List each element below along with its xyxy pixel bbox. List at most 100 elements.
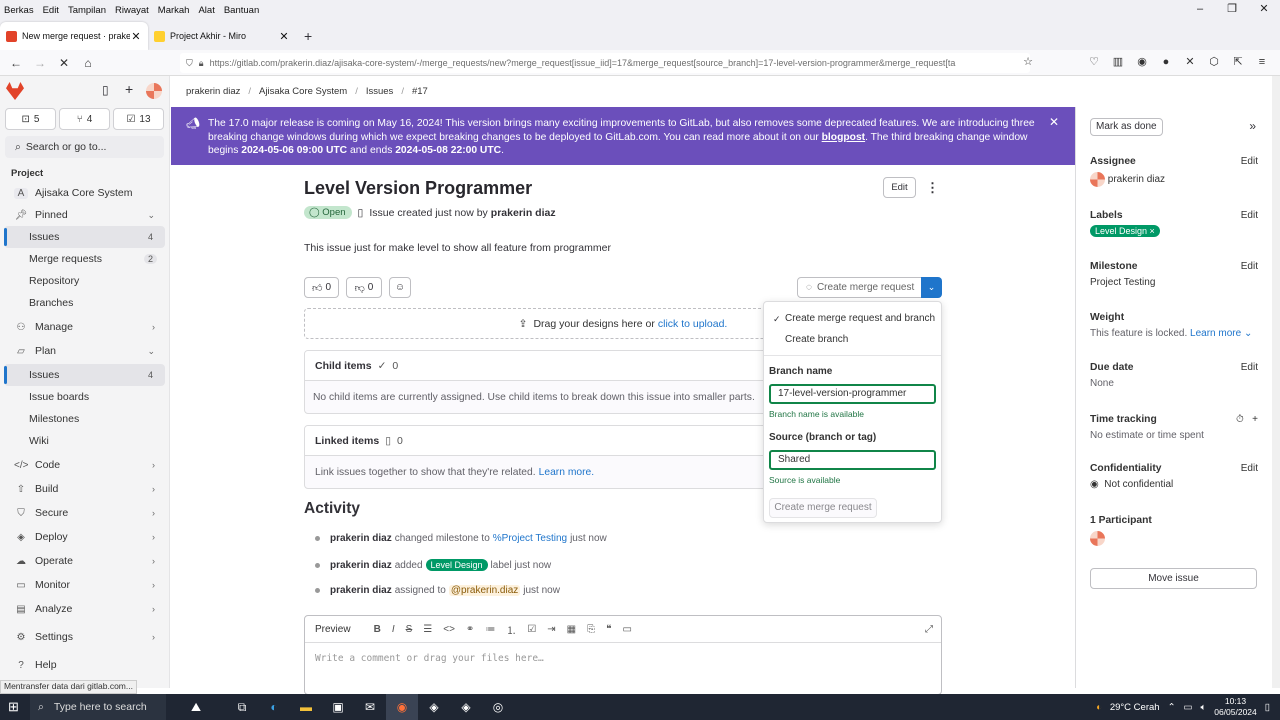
sidebar-item-repository[interactable]: Repository [4,270,165,292]
close-tab-icon[interactable]: ✕ [130,30,142,43]
network-icon[interactable]: ▭ [1184,702,1193,713]
weather-text[interactable]: 29°C Cerah [1110,702,1160,713]
extensions-icon[interactable]: ⬡ [1202,52,1226,72]
firefox-icon[interactable]: ◉ [386,694,418,720]
home-icon[interactable]: ⌂ [76,56,100,70]
tray-expand-icon[interactable]: ⌃ [1168,702,1176,713]
menu-edit[interactable]: Edit [43,5,59,16]
weight-learn-more-link[interactable]: Learn more [1190,328,1241,339]
sidebar-item-manage[interactable]: ⚇ Manage › [4,316,165,338]
minimize-icon[interactable]: – [1184,0,1216,20]
indent-icon[interactable]: ⇥ [547,624,555,635]
italic-icon[interactable]: I [392,624,395,635]
remove-label-icon[interactable]: × [1150,226,1155,236]
link-icon[interactable]: ⚭ [466,624,474,635]
unity-icon[interactable]: ◈ [418,694,450,720]
gitlab-logo-icon[interactable] [6,82,24,100]
obs-icon[interactable]: ◎ [482,694,514,720]
strikethrough-icon[interactable]: S [406,624,413,635]
sidebar-item-build[interactable]: ⇧ Build › [4,478,165,500]
edit-assignee-link[interactable]: Edit [1241,156,1258,167]
sidebar-item-secure[interactable]: ⛉ Secure › [4,502,165,524]
x-extension-icon[interactable]: ✕ [1178,52,1202,72]
sidebar-project-link[interactable]: A Ajisaka Core System [4,182,165,204]
edge-icon[interactable]: ◐ [258,694,290,720]
activity-user-link[interactable]: prakerin diaz [330,560,392,571]
sidebar-item-code[interactable]: </> Code › [4,454,165,476]
add-reaction-button[interactable]: ☺ [389,277,411,298]
clock[interactable]: 10:13 06/05/2024 [1214,696,1257,718]
option-create-mr-and-branch[interactable]: Create merge request and branch [785,313,935,324]
sidebar-item-monitor[interactable]: ▭ Monitor › [4,574,165,596]
attach-icon[interactable]: ⎘ [587,624,595,635]
create-merge-request-button[interactable]: ◌ Create merge request [797,277,922,298]
more-actions-icon[interactable]: ⋮ [926,180,939,196]
learn-more-link[interactable]: Learn more. [539,467,595,478]
comment-icon[interactable]: ▭ [623,624,632,635]
forward-icon[interactable]: → [28,56,52,70]
milestone-value[interactable]: Project Testing [1090,277,1258,288]
fullscreen-icon[interactable]: ⤢ [925,624,933,635]
close-banner-icon[interactable]: ✕ [1049,115,1059,130]
sidebar-item-operate[interactable]: ☁ Operate › [4,550,165,572]
menu-bookmarks[interactable]: Markah [158,5,190,16]
sidebar-item-help[interactable]: ? Help [4,654,165,676]
thumbs-down-button[interactable]: 👎︎ 0 [346,277,382,298]
edit-milestone-link[interactable]: Edit [1241,261,1258,272]
edit-labels-link[interactable]: Edit [1241,210,1258,221]
assignee-name[interactable]: prakerin diaz [1108,174,1165,185]
page-scrollbar[interactable] [1272,76,1280,688]
bullet-list-icon[interactable]: ≔ [485,624,495,635]
browser-tab-gitlab[interactable]: New merge request · prakerin d ✕ [0,22,148,50]
bookmark-star-icon[interactable]: ☆ [1016,52,1040,72]
windows-start-icon[interactable]: ⊞ [8,699,19,715]
user-mention-link[interactable]: @prakerin.diaz [448,585,521,596]
file-explorer-icon[interactable]: ▬ [290,694,322,720]
click-to-upload-link[interactable]: click to upload. [658,318,727,330]
pocket-icon[interactable]: ♡ [1082,52,1106,72]
sidebar-item-deploy[interactable]: ◈ Deploy › [4,526,165,548]
widget-icon[interactable]: ⛰ [166,694,226,720]
menu-history[interactable]: Riwayat [115,5,149,16]
mark-as-done-button[interactable]: Mark as done [1090,118,1163,136]
milestone-link[interactable]: %Project Testing [493,533,567,544]
task-view-icon[interactable]: ⧉ [226,694,258,720]
activity-user-link[interactable]: prakerin diaz [330,533,392,544]
issue-author-link[interactable]: prakerin diaz [491,207,556,219]
option-create-branch[interactable]: Create branch [785,334,848,345]
edit-due-date-link[interactable]: Edit [1241,362,1258,373]
menu-help[interactable]: Bantuan [224,5,259,16]
heading-icon[interactable]: ☰ [423,624,432,635]
library-icon[interactable]: ▥ [1106,52,1130,72]
sidebar-item-plan[interactable]: ▱ Plan ⌄ [4,340,165,362]
mr-count-button[interactable]: ⑂ 4 [59,108,110,130]
source-input[interactable]: Shared [769,450,936,470]
task-list-icon[interactable]: ☑ [527,624,536,635]
sidebar-item-analyze[interactable]: ▤ Analyze › [4,598,165,620]
create-mr-dropdown-toggle[interactable]: ⌄ [921,277,942,298]
menu-view[interactable]: Tampilan [68,5,106,16]
edit-confidentiality-link[interactable]: Edit [1241,463,1258,474]
stopwatch-icon[interactable]: ⏱︎ [1236,414,1244,425]
sidebar-item-branches[interactable]: Branches [4,292,165,314]
comment-textarea[interactable]: Write a comment or drag your files here… [305,643,941,674]
collapse-sidebar-icon[interactable]: » [1249,119,1256,133]
toggle-sidebar-icon[interactable]: ▯ [102,83,109,97]
sidebar-search-button[interactable]: ⌕ Search or go to... [5,136,164,158]
participant-avatar[interactable] [1090,531,1105,546]
account-icon[interactable]: ◉ [1130,52,1154,72]
close-tab-icon[interactable]: ✕ [278,30,290,43]
back-icon[interactable]: ← [4,56,28,70]
activity-user-link[interactable]: prakerin diaz [330,585,392,596]
breadcrumb-issue-number[interactable]: #17 [412,86,428,97]
add-time-icon[interactable]: + [1252,414,1258,425]
sidebar-item-issue-boards[interactable]: Issue boards [4,386,165,408]
restore-icon[interactable]: ❐ [1216,0,1248,20]
user-avatar[interactable] [146,83,162,99]
label-badge[interactable]: Level Design [425,559,488,571]
sidebar-item-pinned[interactable]: 📌︎ Pinned ⌄ [4,204,165,226]
sidebar-item-settings[interactable]: ⚙ Settings › [4,626,165,648]
share-icon[interactable]: ⇱ [1226,52,1250,72]
notifications-icon[interactable]: ▯ [1265,702,1270,713]
close-window-icon[interactable]: ✕ [1248,0,1280,20]
